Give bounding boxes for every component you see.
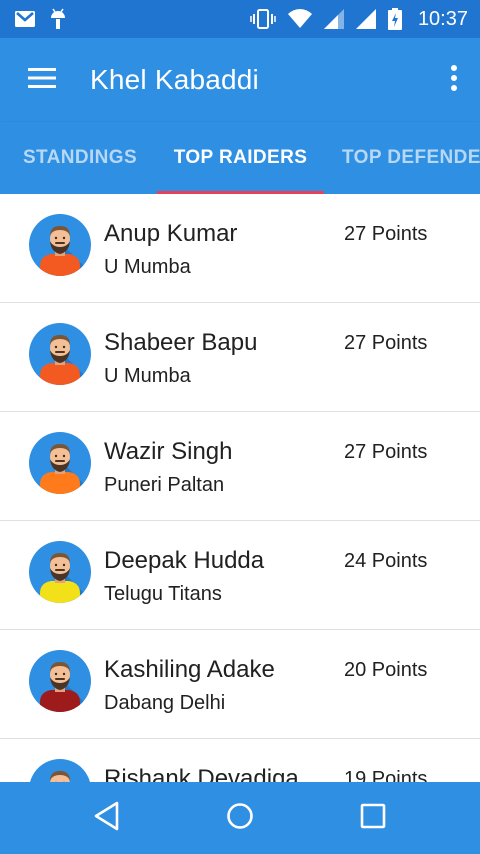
navigation-bar	[0, 782, 480, 854]
player-points: 20 Points	[344, 659, 428, 681]
list-item[interactable]: Deepak Hudda Telugu Titans 24 Points	[0, 521, 480, 630]
signal-icon	[355, 9, 376, 29]
wifi-icon	[287, 9, 312, 29]
player-avatar	[29, 432, 91, 494]
hamburger-menu-icon	[28, 67, 56, 94]
team-name: U Mumba	[104, 256, 191, 278]
back-button[interactable]	[67, 782, 147, 854]
list-item[interactable]: Rishank Devadiga 19 Points	[0, 739, 480, 782]
player-name: Deepak Hudda	[104, 547, 265, 574]
list-item[interactable]: Shabeer Bapu U Mumba 27 Points	[0, 303, 480, 412]
player-avatar	[29, 759, 91, 782]
menu-button[interactable]	[0, 38, 84, 122]
player-avatar	[29, 214, 91, 276]
player-avatar	[29, 541, 91, 603]
player-name: Rishank Devadiga	[104, 765, 299, 782]
home-icon	[226, 802, 254, 835]
status-time: 10:37	[417, 7, 468, 30]
player-points: 27 Points	[344, 441, 428, 463]
recents-button[interactable]	[333, 782, 413, 854]
android-icon	[48, 8, 68, 30]
list-item[interactable]: Kashiling Adake Dabang Delhi 20 Points	[0, 630, 480, 739]
status-system: 10:37	[250, 8, 468, 31]
tab-standings[interactable]: STANDINGS	[0, 122, 160, 194]
list-item[interactable]: Anup Kumar U Mumba 27 Points	[0, 194, 480, 303]
status-bar: 10:37	[0, 0, 480, 38]
player-avatar	[29, 650, 91, 712]
list-item[interactable]: Wazir Singh Puneri Paltan 27 Points	[0, 412, 480, 521]
status-notifications	[14, 8, 68, 30]
app-title: Khel Kabaddi	[90, 64, 259, 95]
player-points: 27 Points	[344, 223, 428, 245]
gmail-icon	[14, 10, 36, 28]
overflow-menu-button[interactable]	[428, 38, 480, 122]
player-points: 24 Points	[344, 550, 428, 572]
back-icon	[93, 801, 121, 836]
tab-top-defenders[interactable]: TOP DEFENDE	[340, 122, 480, 194]
team-name: Dabang Delhi	[104, 692, 226, 714]
player-points: 27 Points	[344, 332, 428, 354]
player-name: Wazir Singh	[104, 438, 233, 465]
tab-bar: STANDINGS TOP RAIDERS TOP DEFENDE	[0, 122, 480, 194]
player-name: Kashiling Adake	[104, 656, 275, 683]
team-name: Telugu Titans	[104, 583, 222, 605]
raiders-list: Anup Kumar U Mumba 27 Points Shabeer Bap…	[0, 194, 480, 782]
battery-charging-icon	[387, 8, 402, 30]
vibrate-icon	[250, 9, 276, 29]
home-button[interactable]	[200, 782, 280, 854]
player-name: Anup Kumar	[104, 220, 238, 247]
recents-icon	[360, 803, 386, 834]
player-points: 19 Points	[344, 768, 428, 782]
player-name: Shabeer Bapu	[104, 329, 258, 356]
signal-icon	[323, 9, 344, 29]
more-vert-icon	[450, 64, 458, 97]
team-name: Puneri Paltan	[104, 474, 225, 496]
tab-top-raiders[interactable]: TOP RAIDERS	[157, 122, 324, 194]
team-name: U Mumba	[104, 365, 191, 387]
app-bar: Khel Kabaddi	[0, 38, 480, 122]
player-avatar	[29, 323, 91, 385]
